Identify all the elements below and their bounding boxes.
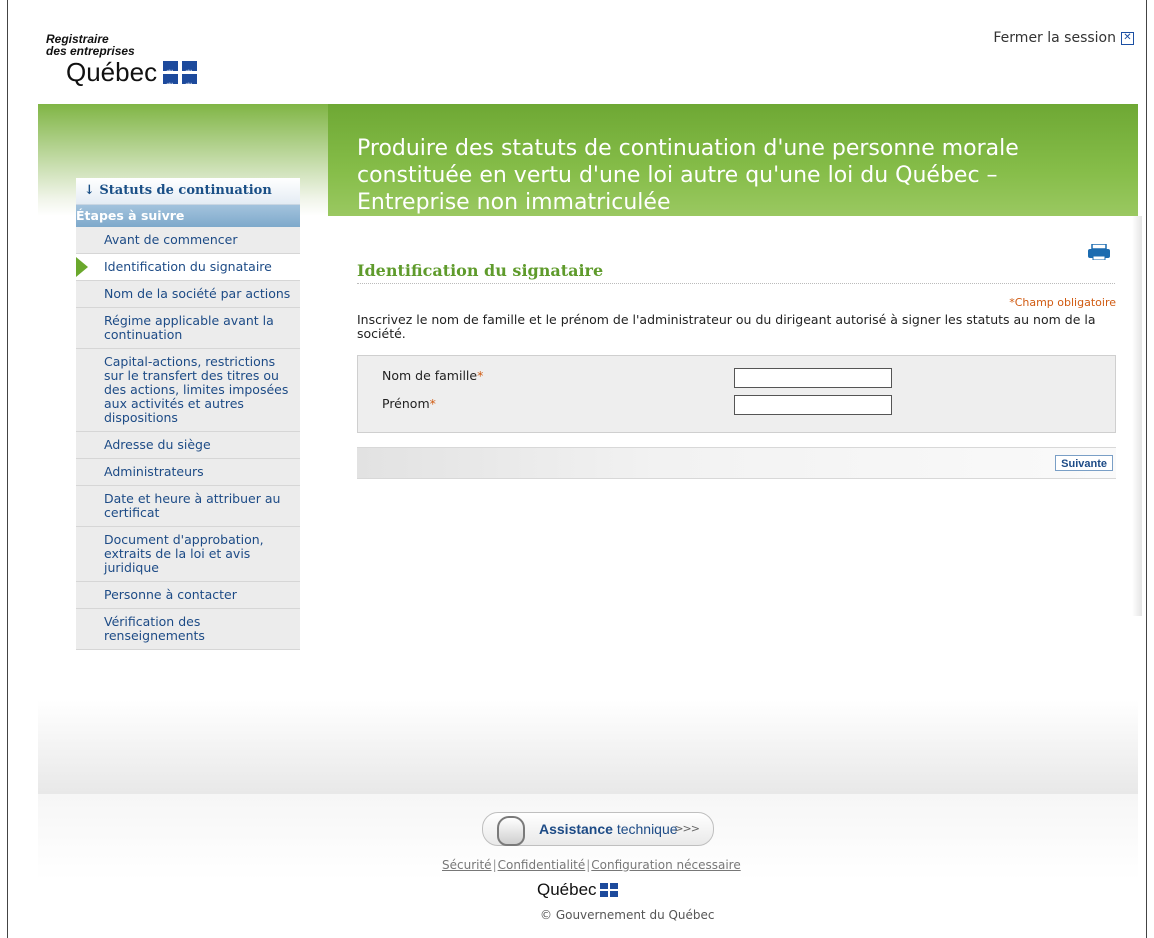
quebec-flag-icon [163,58,198,101]
logo-quebec: Québec [66,57,198,101]
footer-quebec-logo[interactable]: Québec [537,880,618,900]
form-action-bar: Suivante [357,447,1116,479]
assistance-label: Assistance technique [539,821,678,837]
nav-item[interactable]: Nom de la société par actions [76,281,300,308]
quebec-flag-icon [599,883,618,897]
logout-link[interactable]: Fermer la session ✕ [993,30,1134,46]
right-shadow [1132,216,1142,616]
mouse-icon [497,816,525,846]
nav-steps-label: Étapes à suivre [76,205,300,227]
nav-item[interactable]: Date et heure à attribuer au certificat [76,486,300,527]
assistance-label-rest: technique [612,821,678,837]
next-button[interactable]: Suivante [1055,455,1113,471]
required-note: *Champ obligatoire [1009,296,1116,309]
nav-item[interactable]: Régime applicable avant la continuation [76,308,300,349]
arrows-icon: >>> [674,822,700,835]
last-name-label: Nom de famille* [382,368,483,383]
privacy-link[interactable]: Confidentialité [498,858,586,872]
signatory-form: Nom de famille* Prénom* [357,355,1116,433]
logout-label[interactable]: Fermer la session [993,30,1116,46]
logo-quebec-text: Québec [66,57,158,87]
footer-links: Sécurité|Confidentialité|Configuration n… [442,858,741,872]
nav-item-label: Capital-actions, restrictions sur le tra… [104,354,289,425]
page-title: Produire des statuts de continuation d'u… [357,136,1019,215]
copyright: © Gouvernement du Québec [540,908,715,922]
registraire-logo[interactable]: Registraire des entreprises Québec [46,33,198,101]
nav-item-label: Identification du signataire [104,259,272,274]
nav-item-label: Document d'approbation, extraits de la l… [104,532,264,575]
nav-item-label: Vérification des renseignements [104,614,205,643]
last-name-label-text: Nom de famille [382,368,478,383]
print-icon[interactable] [1087,244,1111,260]
footer-fade [38,700,1138,794]
nav-item[interactable]: Document d'approbation, extraits de la l… [76,527,300,582]
instructions-text: Inscrivez le nom de famille et le prénom… [357,312,1096,341]
nav-item[interactable]: Personne à contacter [76,582,300,609]
nav-item-label: Date et heure à attribuer au certificat [104,491,281,520]
security-link[interactable]: Sécurité [442,858,492,872]
close-icon[interactable]: ✕ [1121,31,1134,45]
nav-item[interactable]: Capital-actions, restrictions sur le tra… [76,349,300,432]
nav-item-label: Administrateurs [104,464,204,479]
left-navigation: ↓ Statuts de continuation Étapes à suivr… [76,178,300,650]
nav-item[interactable]: Identification du signataire [76,254,300,281]
logo-line2: des entreprises [46,44,135,58]
section-title: Identification du signataire [357,261,1115,284]
assistance-label-bold: Assistance [539,821,613,837]
nav-item[interactable]: Adresse du siège [76,432,300,459]
nav-item-label: Adresse du siège [104,437,211,452]
nav-item-label: Régime applicable avant la continuation [104,313,274,342]
nav-item[interactable]: Avant de commencer [76,227,300,254]
nav-item-label: Personne à contacter [104,587,237,602]
first-name-label: Prénom* [382,396,436,411]
nav-item[interactable]: Administrateurs [76,459,300,486]
footer-logo-text: Québec [537,880,597,899]
nav-items: Avant de commencer Identification du sign… [76,227,300,650]
first-name-label-text: Prénom [382,396,430,411]
nav-item[interactable]: Vérification des renseignements [76,609,300,650]
nav-header[interactable]: ↓ Statuts de continuation [76,178,300,205]
technical-assistance-button[interactable]: Assistance technique >>> [482,812,714,846]
nav-item-label: Nom de la société par actions [104,286,291,301]
required-star: * [429,396,436,411]
nav-item-label: Avant de commencer [104,232,238,247]
requirements-link[interactable]: Configuration nécessaire [591,858,740,872]
required-star: * [477,368,484,383]
last-name-input[interactable] [734,368,892,388]
current-step-arrow-icon [76,257,88,277]
first-name-input[interactable] [734,395,892,415]
